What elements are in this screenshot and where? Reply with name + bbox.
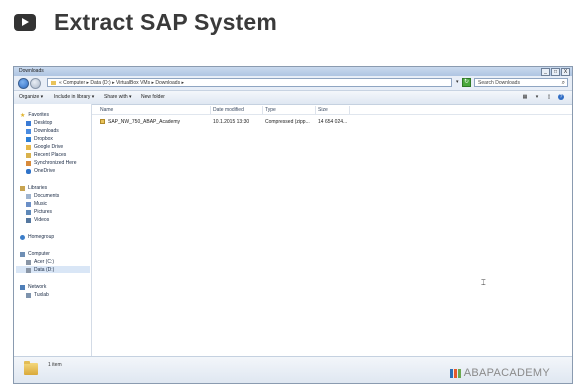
file-size-cell: 14 654 024... [318, 119, 348, 125]
computer-icon [20, 251, 25, 257]
explorer-window: Downloads _ □ X « Computer ▸ Data (D:) ▸… [13, 66, 573, 384]
drive-icon [26, 259, 31, 265]
folder-icon [24, 361, 38, 375]
view-options-icon[interactable]: ▦ [522, 94, 528, 100]
zip-folder-icon [100, 119, 105, 125]
address-bar[interactable]: « Computer ▸ Data (D:) ▸ VirtualBox VMs … [47, 78, 452, 87]
nav-item-desktop[interactable]: Desktop [26, 120, 52, 126]
abap-academy-logo: ABAPACADEMY [449, 367, 550, 379]
nav-item-onedrive[interactable]: OneDrive [26, 168, 55, 174]
nav-libraries[interactable]: Libraries [20, 185, 47, 191]
nav-item-downloads[interactable]: Downloads [26, 128, 59, 134]
nav-item-dropbox[interactable]: Dropbox [26, 136, 53, 142]
nav-item-synchronized[interactable]: Synchronized Here [26, 160, 77, 166]
nav-favorites[interactable]: ★ Favorites [20, 112, 49, 119]
logo-mark-icon [449, 368, 461, 378]
network-computer-icon [26, 292, 31, 298]
nav-item-drive-c[interactable]: Acer (C:) [26, 259, 54, 265]
page-header: Extract SAP System [14, 8, 277, 36]
back-arrow-icon[interactable] [18, 78, 29, 89]
onedrive-icon [26, 168, 31, 174]
file-row[interactable]: SAP_NW_750_ABAP_Academy 10.1.2015 13:30 … [92, 118, 352, 126]
video-play-icon[interactable] [14, 13, 36, 31]
nav-homegroup[interactable]: Homegroup [20, 234, 54, 240]
downloads-icon [26, 128, 31, 134]
close-button[interactable]: X [561, 68, 570, 76]
nav-item-google-drive[interactable]: Google Drive [26, 144, 63, 150]
page-title: Extract SAP System [54, 8, 278, 35]
nav-item-documents[interactable]: Documents [26, 193, 59, 199]
item-count: 1 item [48, 362, 62, 368]
organize-menu[interactable]: Organize ▾ [19, 91, 43, 104]
preview-pane-icon[interactable]: ▯ [546, 94, 552, 100]
libraries-icon [20, 185, 25, 191]
column-date-modified[interactable]: Date modified [211, 106, 263, 114]
sync-folder-icon [26, 160, 31, 166]
file-name-cell: SAP_NW_750_ABAP_Academy [100, 118, 180, 126]
music-icon [26, 201, 31, 207]
file-list: Name Date modified Type Size SAP_NW_750_… [92, 104, 572, 356]
new-folder-button[interactable]: New folder [141, 91, 165, 104]
nav-network[interactable]: Network [20, 284, 46, 290]
search-input[interactable]: Search Downloads ⌕ [474, 78, 568, 87]
search-icon[interactable]: ⌕ [562, 79, 565, 87]
nav-item-recent-places[interactable]: Recent Places [26, 152, 66, 158]
nav-item-pictures[interactable]: Pictures [26, 209, 52, 215]
nav-item-drive-d[interactable]: Data (D:) [26, 267, 54, 273]
address-path: « Computer ▸ Data (D:) ▸ VirtualBox VMs … [59, 80, 184, 86]
column-size[interactable]: Size [316, 106, 350, 114]
window-titlebar[interactable]: Downloads _ □ X [14, 67, 572, 76]
nav-item-music[interactable]: Music [26, 201, 47, 207]
videos-icon [26, 217, 31, 223]
explorer-body: ★ Favorites Desktop Downloads Dropbox Goo… [14, 104, 572, 356]
star-icon: ★ [20, 112, 26, 119]
forward-arrow-icon[interactable] [30, 78, 41, 89]
address-dropdown-icon[interactable]: ▾ [456, 79, 459, 85]
include-in-library-menu[interactable]: Include in library ▾ [54, 91, 94, 104]
nav-computer[interactable]: Computer [20, 251, 50, 257]
minimize-button[interactable]: _ [541, 68, 550, 76]
address-bar-row: « Computer ▸ Data (D:) ▸ VirtualBox VMs … [14, 76, 572, 91]
google-drive-icon [26, 144, 31, 150]
recent-places-icon [26, 152, 31, 158]
folder-icon [51, 80, 56, 85]
column-type[interactable]: Type [263, 106, 316, 114]
nav-item-tuxlab[interactable]: Tuxlab [26, 292, 49, 298]
network-icon [20, 284, 25, 290]
desktop-icon [26, 120, 31, 126]
homegroup-icon [20, 234, 25, 240]
command-bar: Organize ▾ Include in library ▾ Share wi… [14, 91, 572, 105]
navigation-pane: ★ Favorites Desktop Downloads Dropbox Goo… [14, 104, 92, 356]
drive-icon [26, 267, 31, 273]
view-dropdown-icon[interactable]: ▾ [534, 94, 540, 100]
documents-icon [26, 193, 31, 199]
window-title: Downloads [19, 68, 44, 74]
dropbox-icon [26, 136, 31, 142]
logo-text: ABAPACADEMY [463, 367, 550, 379]
details-pane: 1 item ABAPACADEMY [14, 356, 572, 383]
column-name[interactable]: Name [98, 106, 211, 114]
maximize-button[interactable]: □ [551, 68, 560, 76]
pictures-icon [26, 209, 31, 215]
column-headers: Name Date modified Type Size [92, 106, 572, 115]
nav-item-videos[interactable]: Videos [26, 217, 49, 223]
file-date-cell: 10.1.2015 13:30 [213, 119, 250, 125]
share-with-menu[interactable]: Share with ▾ [104, 91, 132, 104]
file-type-cell: Compressed (zipp... [265, 119, 310, 125]
mouse-cursor-icon: ⌶ [481, 278, 486, 287]
refresh-icon[interactable]: ↻ [462, 78, 471, 87]
help-icon[interactable]: ? [558, 94, 564, 100]
search-placeholder: Search Downloads [478, 80, 520, 86]
